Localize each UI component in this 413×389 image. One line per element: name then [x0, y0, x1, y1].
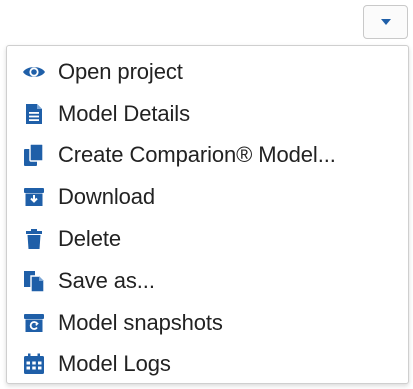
menu-item-label: Model snapshots — [58, 309, 223, 335]
dropdown-menu: Open project Model Details Create Compar… — [6, 45, 409, 384]
menu-item-save-as[interactable]: Save as... — [7, 260, 408, 302]
download-box-icon — [22, 185, 46, 209]
snapshot-icon — [22, 311, 46, 335]
menu-item-download[interactable]: Download — [7, 176, 408, 218]
menu-item-label: Model Logs — [58, 351, 171, 377]
menu-item-label: Download — [58, 184, 156, 210]
menu-item-create-comparion-model[interactable]: Create Comparion® Model... — [7, 135, 408, 177]
menu-item-model-snapshots[interactable]: Model snapshots — [7, 302, 408, 344]
menu-item-label: Model Details — [58, 100, 190, 126]
menu-item-label: Create Comparion® Model... — [58, 142, 336, 168]
menu-item-label: Save as... — [58, 267, 155, 293]
trash-icon — [22, 227, 46, 251]
menu-item-model-logs[interactable]: Model Logs — [7, 344, 408, 386]
menu-item-model-details[interactable]: Model Details — [7, 93, 408, 135]
calendar-icon — [22, 352, 46, 376]
save-copy-icon — [22, 269, 46, 293]
copy-icon — [22, 143, 46, 167]
menu-item-label: Delete — [58, 226, 121, 252]
dropdown-toggle-button[interactable] — [363, 5, 408, 39]
eye-icon — [22, 60, 46, 84]
menu-item-delete[interactable]: Delete — [7, 218, 408, 260]
document-icon — [22, 102, 46, 126]
caret-down-icon — [380, 19, 391, 25]
menu-item-label: Open project — [58, 58, 183, 84]
menu-item-open-project[interactable]: Open project — [7, 51, 408, 93]
